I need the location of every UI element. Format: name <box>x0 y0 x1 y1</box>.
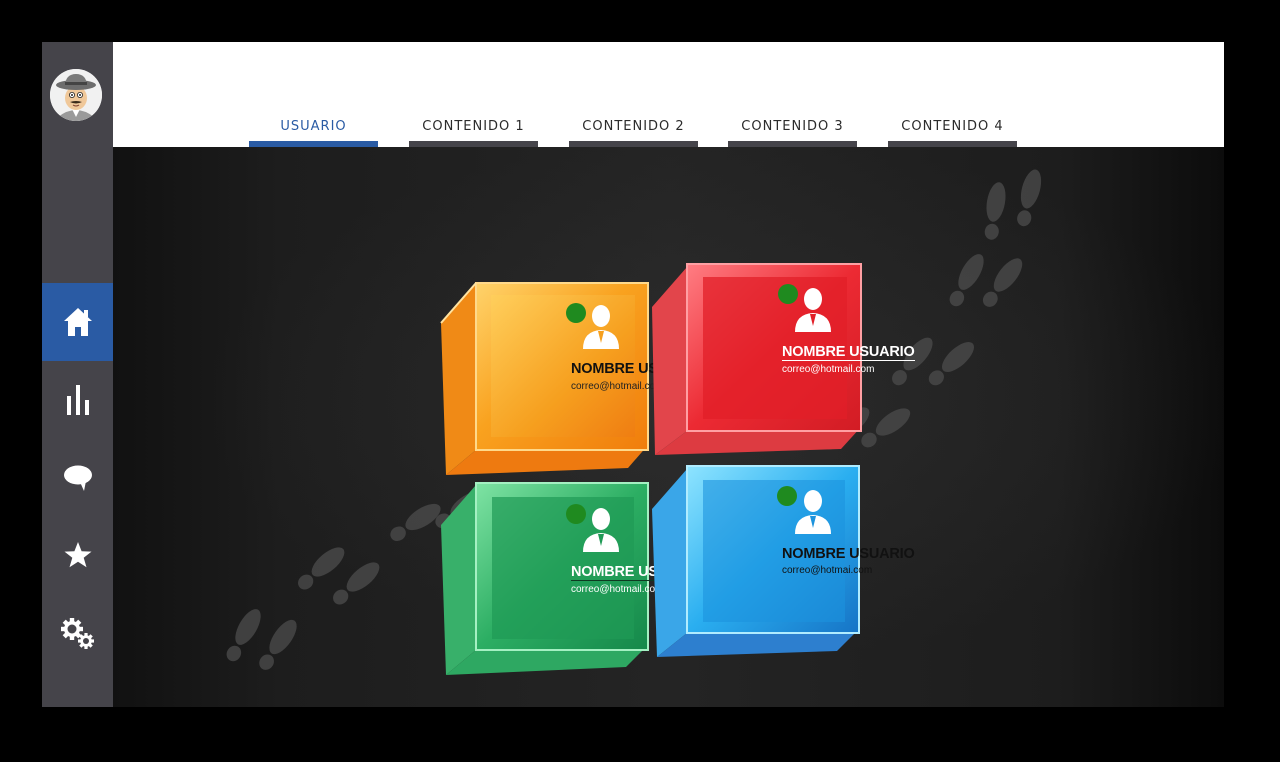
user-icon <box>795 490 831 534</box>
sidebar-item-settings[interactable] <box>42 595 113 673</box>
home-icon <box>63 308 92 336</box>
tab-label: CONTENIDO 1 <box>422 119 525 134</box>
tab-label: CONTENIDO 3 <box>741 119 844 134</box>
tab-contenido-2[interactable]: CONTENIDO 2 <box>569 118 698 147</box>
tab-contenido-3[interactable]: CONTENIDO 3 <box>728 118 857 147</box>
star-icon <box>64 542 91 568</box>
tab-label: CONTENIDO 2 <box>582 119 685 134</box>
tab-label: USUARIO <box>280 119 347 134</box>
gears-icon <box>60 618 94 649</box>
tab-contenido-1[interactable]: CONTENIDO 1 <box>409 118 538 147</box>
main-content: NOMBRE USUARIO correo@hotmail.com NOMBRE… <box>113 147 1224 707</box>
avatar[interactable] <box>50 69 102 121</box>
sidebar-item-home[interactable] <box>42 283 113 361</box>
user-card-4[interactable]: NOMBRE USUARIO correo@hotmai.com <box>647 461 915 661</box>
user-name: NOMBRE USUARIO <box>782 546 915 562</box>
speech-bubble-icon <box>63 465 92 491</box>
user-email: correo@hotmai.com <box>782 565 873 576</box>
user-card-2[interactable]: NOMBRE USUARIO correo@hotmail.com <box>647 259 915 459</box>
user-icon <box>795 288 831 332</box>
user-icon <box>583 305 619 349</box>
app-window: USUARIO CONTENIDO 1 CONTENIDO 2 CONTENID… <box>42 42 1224 707</box>
sidebar-item-favorites[interactable] <box>42 516 113 594</box>
tab-contenido-4[interactable]: CONTENIDO 4 <box>888 118 1017 147</box>
user-email: correo@hotmail.com <box>782 364 875 375</box>
top-tab-bar: USUARIO CONTENIDO 1 CONTENIDO 2 CONTENID… <box>113 42 1224 147</box>
user-name: NOMBRE USUARIO <box>782 344 915 361</box>
sidebar-item-chat[interactable] <box>42 439 113 517</box>
sidebar <box>42 42 113 707</box>
detective-avatar-icon <box>50 69 102 121</box>
bar-chart-icon <box>66 385 89 415</box>
user-icon <box>583 508 619 552</box>
sidebar-item-stats[interactable] <box>42 361 113 439</box>
user-card-3[interactable]: NOMBRE USUARIO correo@hotmail.com <box>436 477 704 677</box>
user-card-1[interactable]: NOMBRE USUARIO correo@hotmail.com <box>436 275 704 475</box>
tab-label: CONTENIDO 4 <box>901 119 1004 134</box>
tab-usuario[interactable]: USUARIO <box>249 118 378 147</box>
